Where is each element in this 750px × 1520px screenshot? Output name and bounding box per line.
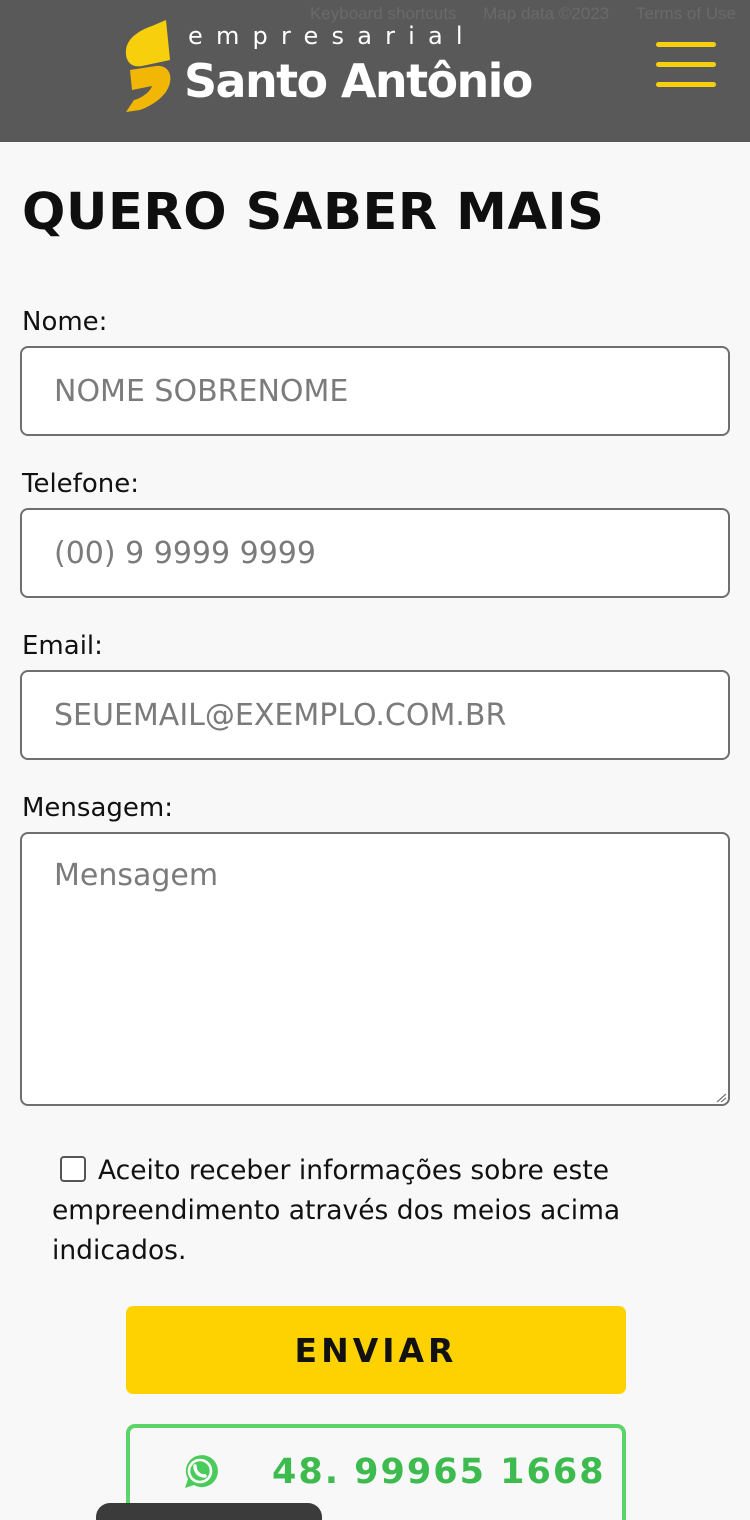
whatsapp-icon: [185, 1455, 218, 1488]
name-input[interactable]: [20, 346, 730, 436]
message-label: Mensagem:: [22, 793, 173, 823]
logo-subtitle: empresarial: [188, 22, 476, 50]
logo-name: Santo Antônio: [184, 54, 533, 108]
phone-input[interactable]: [20, 508, 730, 598]
submit-button[interactable]: ENVIAR: [126, 1306, 626, 1394]
terms-of-use-link[interactable]: Terms of Use: [636, 4, 736, 23]
consent-checkbox[interactable]: [60, 1156, 86, 1182]
phone-label: Telefone:: [22, 469, 139, 499]
email-input[interactable]: [20, 670, 730, 760]
whatsapp-number: 48. 99965 1668: [272, 1452, 606, 1492]
consent-text: Aceito receber informações sobre este em…: [52, 1155, 621, 1266]
message-textarea[interactable]: [20, 832, 730, 1106]
name-label: Nome:: [22, 307, 108, 337]
bottom-tab-bar[interactable]: [96, 1503, 322, 1520]
site-logo[interactable]: empresarial Santo Antônio: [122, 18, 542, 118]
email-label: Email:: [22, 631, 103, 661]
consent-row: Aceito receber informações sobre este em…: [52, 1151, 692, 1271]
page-title: QUERO SABER MAIS: [22, 183, 605, 242]
site-header: Keyboard shortcuts Map data ©2023 Terms …: [0, 0, 750, 142]
resize-grip-icon[interactable]: [715, 1093, 727, 1103]
hamburger-menu-icon[interactable]: [654, 40, 716, 90]
santo-antonio-s-logo-icon: [125, 20, 171, 112]
